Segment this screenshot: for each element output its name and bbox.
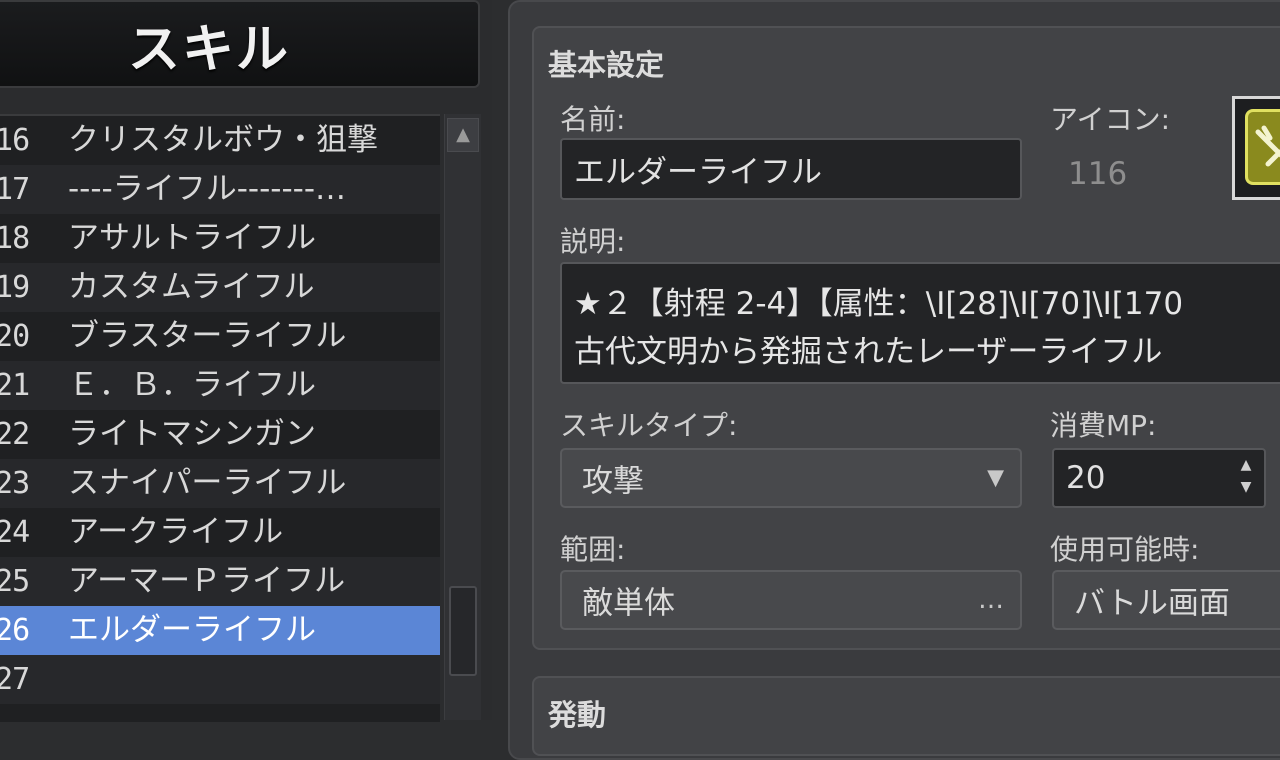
skill-id: 123 — [0, 466, 30, 501]
scope-value: 敵単体 — [582, 585, 675, 622]
skill-list-item[interactable]: 117 ----ライフル-------… — [0, 165, 440, 214]
skill-type-label: スキルタイプ: — [560, 409, 738, 442]
trigger-settings-title: 発動 — [548, 698, 607, 732]
rifle-weapon-icon-graphic — [1255, 125, 1280, 167]
skill-id: 117 — [0, 172, 30, 207]
description-label: 説明: — [560, 225, 626, 258]
scope-select[interactable]: 敵単体 … — [560, 570, 1022, 630]
skill-id: 118 — [0, 221, 30, 256]
basic-settings-title: 基本設定 — [548, 48, 665, 82]
icon-label: アイコン: — [1050, 103, 1171, 136]
skill-list-item[interactable]: 125 アーマーＰライフル — [0, 557, 440, 606]
name-input[interactable]: エルダーライフル — [560, 138, 1022, 200]
skill-name: アサルトライフル — [68, 220, 316, 256]
skill-id: 122 — [0, 417, 30, 452]
skill-list-header: スキル — [0, 0, 480, 88]
skill-type-select[interactable]: 攻撃 ▼ — [560, 448, 1022, 508]
skill-list-item[interactable]: 127 — [0, 655, 440, 704]
skill-id: 125 — [0, 564, 30, 599]
skill-list-item-selected[interactable]: 126 エルダーライフル — [0, 606, 440, 655]
skill-list-item[interactable]: 122 ライトマシンガン — [0, 410, 440, 459]
skill-list-item[interactable]: 124 アークライフル — [0, 508, 440, 557]
skill-name: ライトマシンガン — [68, 416, 316, 452]
chevron-down-icon: ▼ — [987, 465, 1004, 491]
mp-cost-label: 消費MP: — [1050, 409, 1157, 442]
skill-id: 116 — [0, 123, 30, 158]
trigger-settings-group — [532, 676, 1280, 756]
skill-name: ブラスターライフル — [68, 318, 347, 354]
scope-label: 範囲: — [560, 533, 626, 566]
skill-id: 119 — [0, 270, 30, 305]
skill-list-item[interactable]: 120 ブラスターライフル — [0, 312, 440, 361]
skill-list-item[interactable]: 123 スナイパーライフル — [0, 459, 440, 508]
skill-id: 120 — [0, 319, 30, 354]
skill-id: 127 — [0, 662, 30, 697]
rifle-weapon-icon — [1245, 109, 1280, 185]
skill-list-item[interactable]: 119 カスタムライフル — [0, 263, 440, 312]
skill-name: クリスタルボウ・狙撃 — [68, 122, 378, 158]
skill-list-title: スキル — [127, 19, 290, 80]
scroll-thumb[interactable] — [449, 586, 477, 676]
skill-list-scrollbar[interactable]: ▲ — [444, 114, 481, 720]
skill-type-value: 攻撃 — [582, 463, 644, 500]
skill-name: アークライフル — [68, 514, 284, 550]
skill-list[interactable]: 116 クリスタルボウ・狙撃 117 ----ライフル-------… 118 アサル… — [0, 114, 440, 722]
more-options-icon: … — [978, 585, 1004, 615]
description-textarea[interactable]: ★２【射程 2-4】【属性：\I[28]\I[70]\I[170 古代文明から発… — [560, 262, 1280, 384]
skill-list-item[interactable]: 121 Ｅ．Ｂ．ライフル — [0, 361, 440, 410]
skill-list-pane: スキル 116 クリスタルボウ・狙撃 117 ----ライフル-------… 11… — [0, 0, 492, 722]
occasion-select[interactable]: バトル画面 — [1052, 570, 1280, 630]
skill-id: 121 — [0, 368, 30, 403]
occasion-value: バトル画面 — [1074, 585, 1230, 622]
name-input-value: エルダーライフル — [574, 154, 822, 191]
skill-name: スナイパーライフル — [68, 465, 347, 501]
skill-name: エルダーライフル — [68, 612, 316, 648]
skill-id: 124 — [0, 515, 30, 550]
name-label: 名前: — [560, 103, 626, 136]
skill-name: カスタムライフル — [68, 269, 315, 305]
spin-arrows-icon[interactable]: ▲ ▼ — [1236, 454, 1256, 502]
icon-picker[interactable] — [1232, 96, 1280, 200]
skill-list-item[interactable]: 116 クリスタルボウ・狙撃 — [0, 116, 440, 165]
mp-cost-spinbox[interactable]: 20 ▲ ▼ — [1052, 448, 1266, 508]
skill-name: Ｅ．Ｂ．ライフル — [68, 367, 316, 403]
scroll-up-arrow-icon[interactable]: ▲ — [447, 118, 479, 152]
skill-name: ----ライフル-------… — [68, 171, 347, 207]
icon-index: 116 — [1068, 156, 1128, 192]
occasion-label: 使用可能時: — [1050, 533, 1200, 566]
description-line-2: 古代文明から発掘されたレーザーライフル — [574, 334, 1163, 370]
description-line-1: ★２【射程 2-4】【属性：\I[28]\I[70]\I[170 — [574, 286, 1184, 322]
skill-id: 126 — [0, 613, 30, 648]
mp-cost-value: 20 — [1066, 460, 1106, 496]
skill-name: アーマーＰライフル — [68, 563, 346, 599]
skill-list-item[interactable]: 118 アサルトライフル — [0, 214, 440, 263]
